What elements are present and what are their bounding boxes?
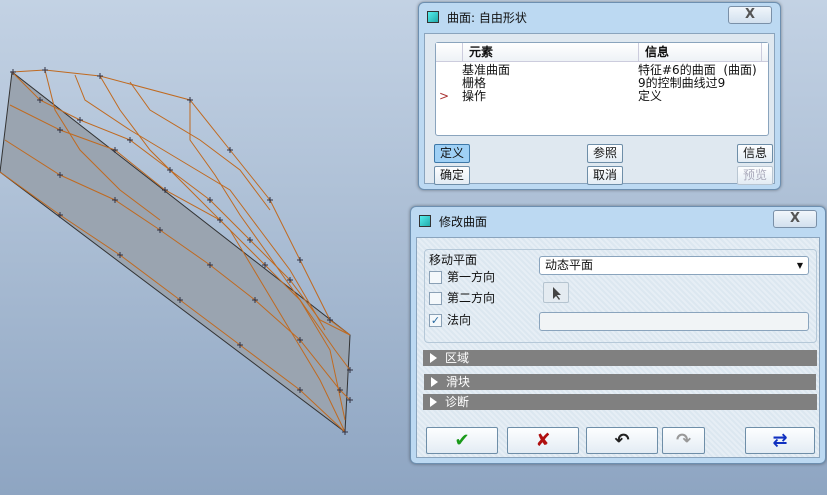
dialog-titlebar: 曲面: 自由形状 <box>419 3 780 31</box>
normal-checkbox[interactable]: ✓ 法向 <box>429 311 471 328</box>
second-direction-checkbox[interactable]: 第二方向 <box>429 289 495 306</box>
dialog-title: 曲面: 自由形状 <box>447 10 527 25</box>
section-diagnostics[interactable]: 诊断 <box>423 394 817 410</box>
dialog-titlebar: 修改曲面 <box>411 207 825 235</box>
column-info[interactable]: 信息 <box>638 43 762 61</box>
preview-button: 预览 <box>737 166 773 185</box>
cursor-arrow-icon <box>553 287 561 300</box>
list-header: 元素 信息 <box>436 43 768 62</box>
direction-input[interactable] <box>539 312 809 331</box>
checked-icon: ✓ <box>429 314 442 327</box>
freeform-surface-dialog: 曲面: 自由形状 X 元素 信息 基准曲面 特征#6的曲面 (曲面) 栅格 9的控制… <box>418 2 781 190</box>
define-button[interactable]: 定义 <box>434 144 470 163</box>
redo-button[interactable]: ↷ <box>662 427 705 454</box>
confirm-button[interactable]: ✔ <box>426 427 498 454</box>
select-pointer-button[interactable] <box>543 282 569 303</box>
reference-button[interactable]: 参照 <box>587 144 623 163</box>
move-plane-group: 移动平面 第一方向 第二方向 ✓ 法向 动态平面 ▼ <box>424 249 817 343</box>
section-region[interactable]: 区域 <box>423 350 817 366</box>
element-list[interactable]: 元素 信息 基准曲面 特征#6的曲面 (曲面) 栅格 9的控制曲线过9 > 操作 定义 <box>435 42 769 136</box>
surface-icon <box>427 11 439 23</box>
close-button[interactable]: X <box>773 210 817 228</box>
dialog-title: 修改曲面 <box>439 214 488 229</box>
dropdown-arrow-icon: ▼ <box>796 261 803 270</box>
swap-button[interactable]: ⇄ <box>745 427 815 454</box>
cancel-button[interactable]: 取消 <box>587 166 623 185</box>
modify-surface-dialog: 修改曲面 X 移动平面 第一方向 第二方向 ✓ 法向 动态平面 ▼ 区域 滑块 诊断… <box>410 206 826 464</box>
ok-button[interactable]: 确定 <box>434 166 470 185</box>
cancel-button[interactable]: ✘ <box>507 427 579 454</box>
plane-type-select[interactable]: 动态平面 ▼ <box>539 256 809 275</box>
group-label: 移动平面 <box>429 253 478 267</box>
first-direction-checkbox[interactable]: 第一方向 <box>429 268 495 285</box>
list-item[interactable]: > 操作 定义 <box>436 90 768 103</box>
section-slider[interactable]: 滑块 <box>424 374 816 390</box>
info-button[interactable]: 信息 <box>737 144 773 163</box>
surface-icon <box>419 215 431 227</box>
undo-button[interactable]: ↶ <box>586 427 658 454</box>
close-button[interactable]: X <box>728 6 772 24</box>
column-element[interactable]: 元素 <box>462 43 638 61</box>
